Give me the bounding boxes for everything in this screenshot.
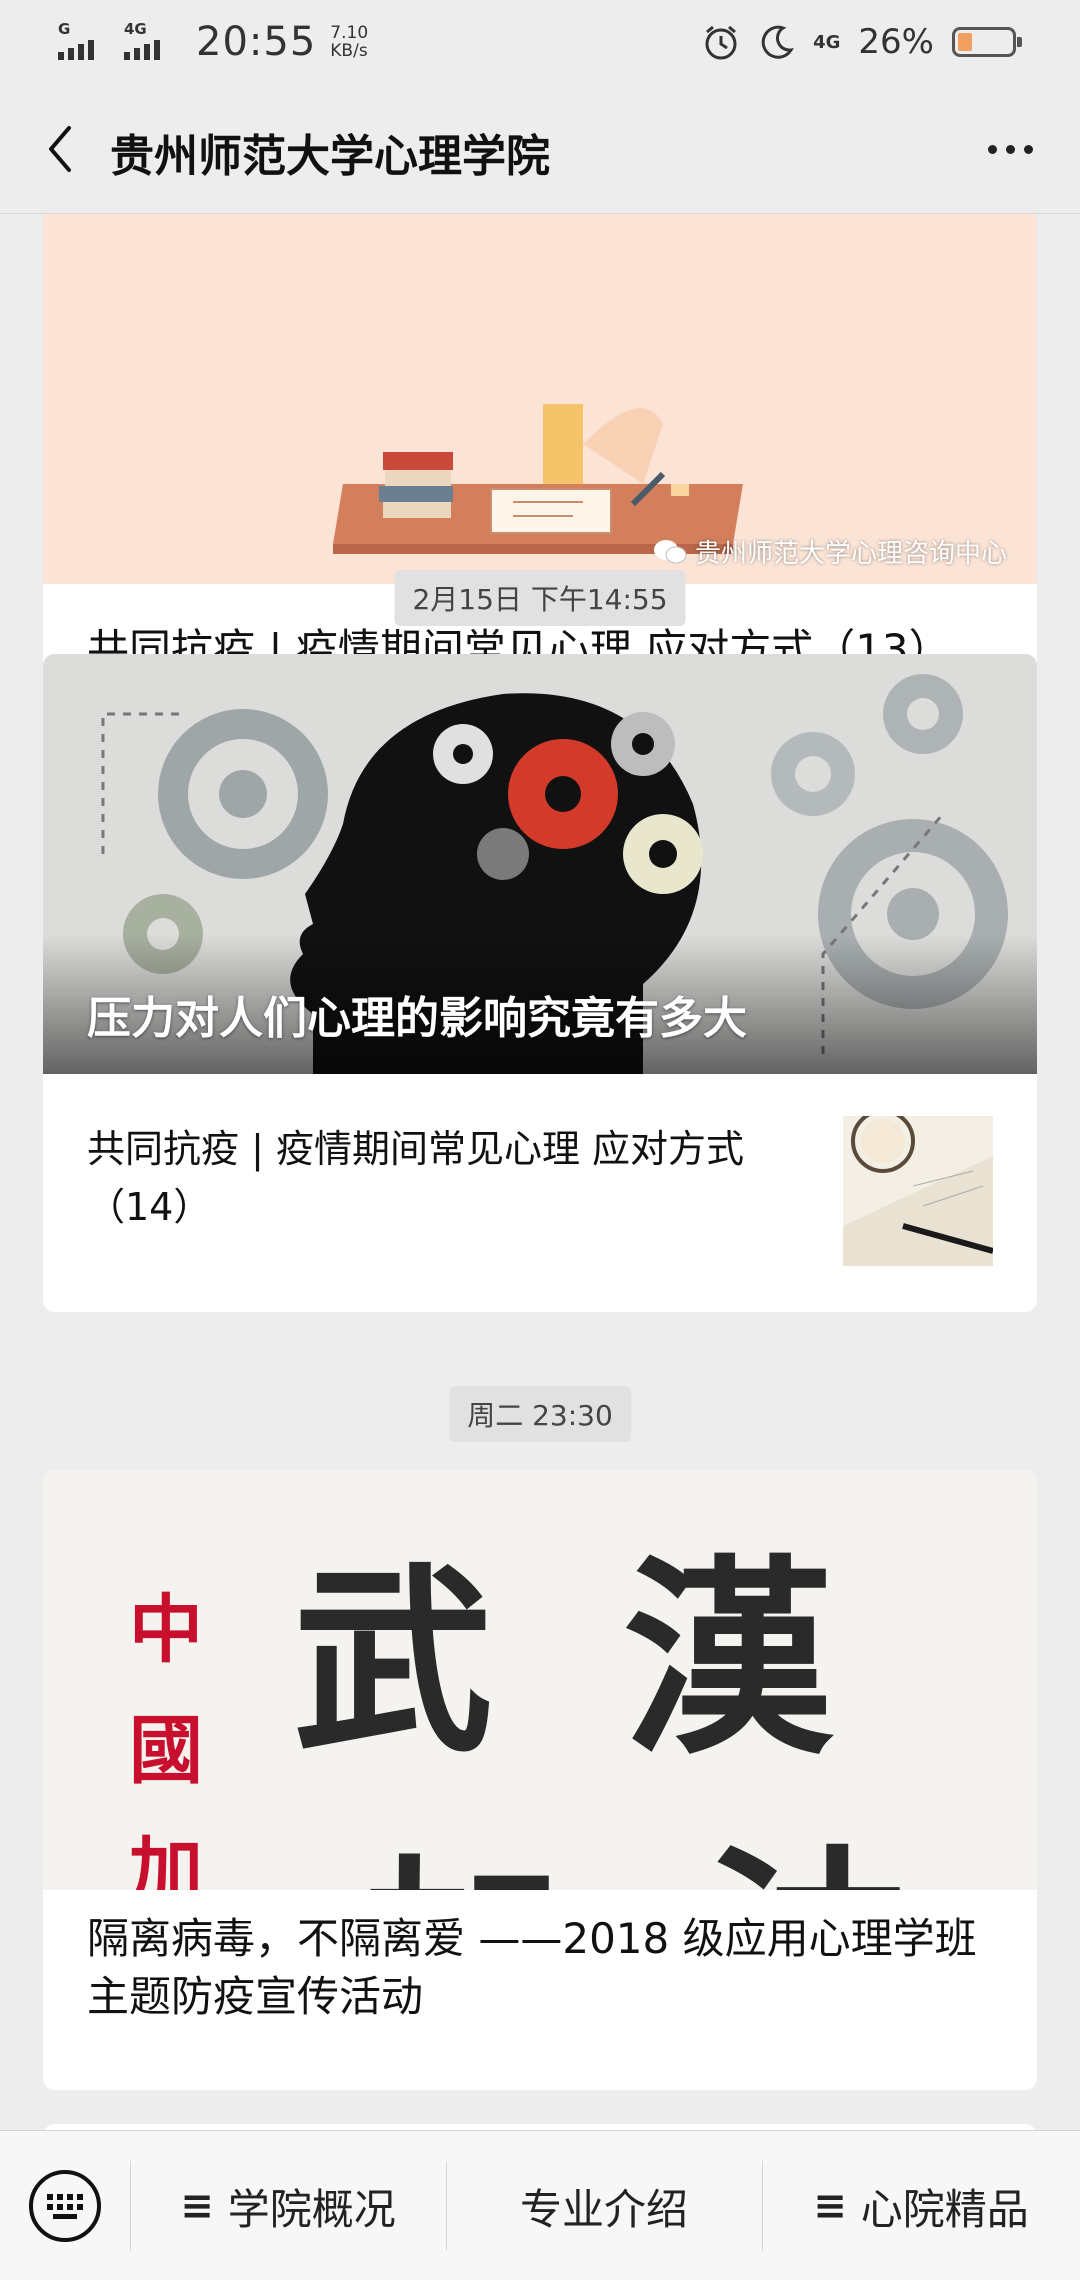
article-cover-image: 贵州师范大学心理咨询中心 [43, 214, 1037, 584]
article-list-item[interactable]: 共同抗疫 | 疫情期间常见心理 应对方式（14） [43, 1074, 1037, 1312]
keyboard-icon [29, 2170, 101, 2242]
more-button[interactable] [970, 114, 1050, 184]
more-dots-icon [987, 144, 997, 154]
back-button[interactable] [30, 114, 90, 184]
calligraphy-red-text-art: 中國加 [129, 1587, 203, 1890]
menu-item-major-introduction[interactable]: 专业介绍 [446, 2131, 762, 2280]
cover-watermark-text: 贵州师范大学心理咨询中心 [694, 539, 1007, 569]
calligraphy-black-text-art: 油 [703, 1780, 913, 1890]
keyboard-toggle-button[interactable] [0, 2131, 130, 2280]
network-label-4g: 4G [124, 20, 147, 38]
menu-list-icon: ≡ [813, 2183, 847, 2229]
menu-item-label: 心院精品 [860, 2184, 1029, 2234]
battery-percent: 26% [858, 22, 934, 62]
article-card[interactable]: 中國加 武 漢 加 油 隔离病毒，不隔离爱 ——2018 级应用心理学班主题防疫… [43, 1470, 1037, 2090]
hero-article-title[interactable]: 压力对人们心理的影响究竟有多大 [87, 982, 747, 1046]
menu-item-college-highlights[interactable]: ≡ 心院精品 [762, 2131, 1080, 2280]
battery-icon [952, 27, 1022, 57]
cover-watermark: 贵州师范大学心理咨询中心 [653, 533, 1007, 570]
status-left: G 4G 20:55 7.10 KB/s [58, 16, 368, 68]
calligraphy-black-text-art: 加 [363, 1790, 563, 1890]
article-cover-image: 中國加 武 漢 加 油 [43, 1470, 1037, 1890]
bottom-menu-bar: ≡ 学院概况 专业介绍 ≡ 心院精品 [0, 2130, 1080, 2280]
signal-icon: 4G [124, 20, 176, 64]
page-title: 贵州师范大学心理学院 [110, 131, 550, 182]
article-card[interactable]: 压力对人们心理的影响究竟有多大 共同抗疫 | 疫情期间常见心理 应对方式（14） [43, 654, 1037, 1312]
status-right: 4G 26% [701, 16, 1022, 68]
network-speed-value: 7.10 [330, 23, 369, 43]
network-speed-unit: KB/s [330, 41, 368, 61]
message-timestamp: 周二 23:30 [449, 1386, 631, 1442]
menu-item-college-overview[interactable]: ≡ 学院概况 [130, 2131, 446, 2280]
clock: 20:55 [196, 19, 317, 65]
wechat-icon [653, 539, 687, 563]
battery-fill [958, 33, 972, 51]
alarm-icon [705, 25, 737, 60]
network-label-g: G [58, 20, 71, 38]
signal-icon: G [58, 20, 110, 64]
back-arrow-icon [49, 126, 71, 172]
menu-item-label: 学院概况 [227, 2184, 396, 2234]
status-bar: G 4G 20:55 7.10 KB/s 4G 26% [0, 0, 1080, 84]
article-title[interactable]: 共同抗疫 | 疫情期间常见心理 应对方式（14） [87, 1120, 807, 1236]
message-timestamp: 2月15日 下午14:55 [394, 570, 686, 626]
article-thumbnail [843, 1116, 993, 1266]
article-hero-image[interactable]: 压力对人们心理的影响究竟有多大 [43, 654, 1037, 1074]
calligraphy-black-text-art: 漢 [623, 1536, 834, 1783]
calligraphy-black-text-art: 武 [293, 1545, 494, 1780]
network-label-4g2: 4G [813, 31, 841, 53]
do-not-disturb-moon-icon [761, 25, 795, 59]
menu-list-icon: ≡ [180, 2183, 214, 2229]
article-feed[interactable]: 贵州师范大学心理咨询中心 共同抗疫 | 疫情期间常见心理 应对方式（13） 2月… [0, 214, 1080, 2130]
article-card[interactable]: 贵州师范大学心理咨询中心 共同抗疫 | 疫情期间常见心理 应对方式（13） [43, 214, 1037, 708]
network-speed: 7.10 KB/s [330, 24, 368, 60]
title-bar: 贵州师范大学心理学院 [0, 84, 1080, 214]
article-title[interactable]: 隔离病毒，不隔离爱 ——2018 级应用心理学班主题防疫宣传活动 [87, 1910, 1007, 2026]
menu-item-label: 专业介绍 [519, 2184, 688, 2234]
